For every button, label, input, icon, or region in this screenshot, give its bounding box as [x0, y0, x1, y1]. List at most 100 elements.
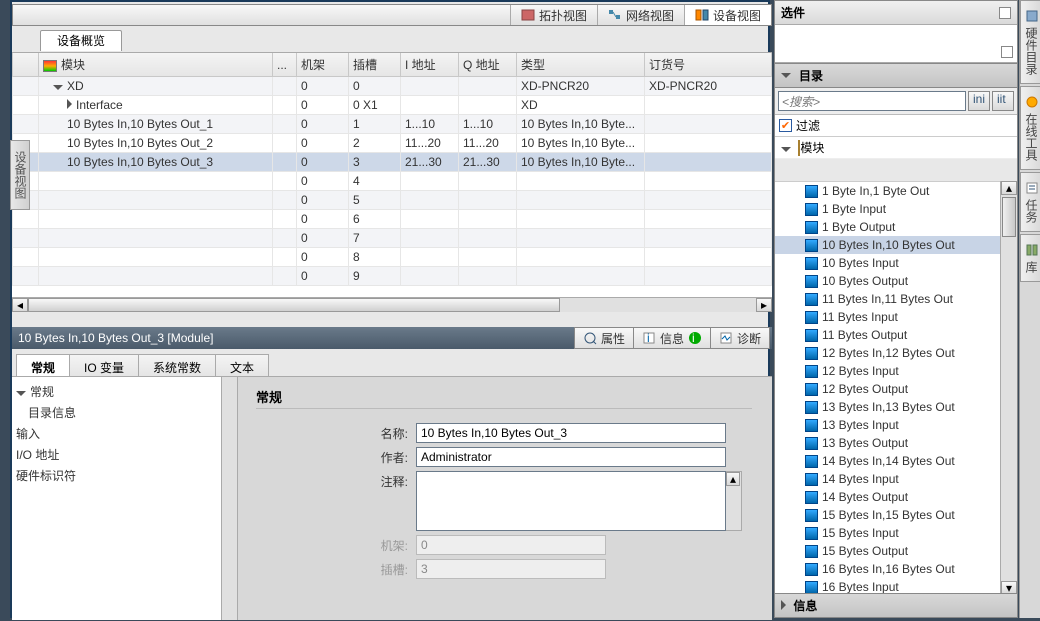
module-icon	[805, 401, 818, 414]
catalog-item[interactable]: 13 Bytes Output	[775, 434, 1001, 452]
vtab-tasks[interactable]: 任务	[1020, 172, 1040, 232]
scroll-up-button[interactable]: ▴	[1001, 181, 1017, 195]
table-row[interactable]: XD00XD-PNCR20XD-PNCR20	[13, 77, 772, 96]
catalog-item[interactable]: 10 Bytes In,10 Bytes Out	[775, 236, 1001, 254]
table-row[interactable]: 10 Bytes In,10 Bytes Out_1011...101...10…	[13, 115, 772, 134]
scroll-thumb[interactable]	[1002, 197, 1016, 237]
topology-icon	[521, 9, 535, 21]
nav-input[interactable]: 输入	[12, 423, 221, 444]
catalog-bar[interactable]: 目录	[775, 63, 1017, 88]
scroll-left-button[interactable]: ◂	[12, 298, 28, 312]
catalog-item[interactable]: 13 Bytes In,13 Bytes Out	[775, 398, 1001, 416]
table-row[interactable]: 10 Bytes In,10 Bytes Out_30321...3021...…	[13, 153, 772, 172]
options-titlebar: 选件	[775, 1, 1017, 25]
search-down-button[interactable]: ini	[968, 91, 990, 111]
slot-input	[416, 559, 606, 579]
module-icon	[805, 545, 818, 558]
info-bar[interactable]: 信息	[775, 593, 1017, 617]
proptab-properties[interactable]: 属性	[574, 327, 634, 349]
catalog-item[interactable]: 11 Bytes Input	[775, 308, 1001, 326]
catalog-item[interactable]: 12 Bytes Output	[775, 380, 1001, 398]
catalog-item[interactable]: 13 Bytes Input	[775, 416, 1001, 434]
catalog-item[interactable]: 16 Bytes In,16 Bytes Out	[775, 560, 1001, 578]
filter-label: 过滤	[796, 117, 820, 134]
left-side-tab[interactable]: 设备视图	[10, 140, 30, 210]
property-form: 常规 名称: 作者: 注释: ▴ 机架: 插槽:	[242, 377, 766, 620]
nav-general[interactable]: 常规	[12, 381, 221, 402]
options-body-button[interactable]	[1001, 46, 1013, 58]
tab-device[interactable]: 设备视图	[684, 5, 771, 25]
scroll-thumb[interactable]	[28, 298, 560, 312]
property-title: 10 Bytes In,10 Bytes Out_3 [Module]	[18, 331, 213, 345]
options-collapse-button[interactable]	[999, 7, 1011, 19]
chevron-down-icon	[16, 391, 26, 396]
col-slot: 插槽	[349, 53, 401, 77]
vtab-hwcatalog[interactable]: 硬件目录	[1020, 0, 1040, 84]
table-row[interactable]: 10 Bytes In,10 Bytes Out_20211...2011...…	[13, 134, 772, 153]
tab-network[interactable]: 网络视图	[597, 5, 684, 25]
table-row[interactable]: 04	[13, 172, 772, 191]
author-input[interactable]	[416, 447, 726, 467]
module-icon	[805, 365, 818, 378]
catalog-item[interactable]: 15 Bytes In,15 Bytes Out	[775, 506, 1001, 524]
name-input[interactable]	[416, 423, 726, 443]
nav-hwid[interactable]: 硬件标识符	[12, 465, 221, 486]
proptab-diagnostics[interactable]: 诊断	[710, 327, 770, 349]
catalog-item[interactable]: 11 Bytes In,11 Bytes Out	[775, 290, 1001, 308]
catalog-item[interactable]: 10 Bytes Output	[775, 272, 1001, 290]
module-icon	[805, 419, 818, 432]
module-icon	[805, 455, 818, 468]
table-row[interactable]: 06	[13, 210, 772, 229]
left-side-label: 设备视图	[13, 151, 27, 199]
module-root-row[interactable]: 模块	[775, 137, 1017, 159]
tab-topology[interactable]: 拓扑视图	[510, 5, 597, 25]
scroll-right-button[interactable]: ▸	[756, 298, 772, 312]
catalog-item[interactable]: 15 Bytes Input	[775, 524, 1001, 542]
search-up-icon: iit	[996, 93, 1010, 107]
proptab-info[interactable]: i 信息 i	[633, 327, 711, 349]
catalog-item[interactable]: 1 Byte In,1 Byte Out	[775, 182, 1001, 200]
textarea-scrollbar[interactable]: ▴	[726, 471, 742, 531]
catalog-item[interactable]: 14 Bytes In,14 Bytes Out	[775, 452, 1001, 470]
catalog-item[interactable]: 11 Bytes Output	[775, 326, 1001, 344]
table-row[interactable]: 08	[13, 248, 772, 267]
tab-network-label: 网络视图	[626, 7, 674, 24]
author-label: 作者:	[256, 447, 416, 466]
catalog-title: 目录	[799, 67, 823, 84]
table-row[interactable]: Interface00 X1XD	[13, 96, 772, 115]
module-icon	[805, 509, 818, 522]
comment-textarea[interactable]	[416, 471, 726, 531]
device-overview-tab[interactable]: 设备概览	[40, 30, 122, 51]
catalog-item[interactable]: 12 Bytes Input	[775, 362, 1001, 380]
module-icon	[805, 203, 818, 216]
diagnostics-icon	[719, 331, 733, 345]
vtab-online[interactable]: 在线工具	[1020, 86, 1040, 170]
table-hscrollbar[interactable]: ◂ ▸	[12, 297, 772, 312]
module-icon	[805, 347, 818, 360]
device-table-wrap: 模块 ... 机架 插槽 I 地址 Q 地址 类型 订货号 XD00XD-PNC…	[12, 52, 772, 312]
catalog-item[interactable]: 14 Bytes Input	[775, 470, 1001, 488]
catalog-item[interactable]: 15 Bytes Output	[775, 542, 1001, 560]
table-row[interactable]: 09	[13, 267, 772, 286]
nav-scrollbar[interactable]	[222, 377, 238, 620]
catalog-item[interactable]: 12 Bytes In,12 Bytes Out	[775, 344, 1001, 362]
catalog-vscrollbar[interactable]: ▴ ▾	[1000, 181, 1017, 595]
module-icon	[805, 311, 818, 324]
proptab-info-label: 信息	[660, 330, 684, 347]
nav-ioaddr[interactable]: I/O 地址	[12, 444, 221, 465]
filter-checkbox[interactable]: ✔	[779, 119, 792, 132]
property-titlebar: 10 Bytes In,10 Bytes Out_3 [Module] 属性 i…	[12, 327, 772, 349]
catalog-item[interactable]: 1 Byte Input	[775, 200, 1001, 218]
svg-text:i: i	[692, 331, 695, 345]
catalog-item[interactable]: 14 Bytes Output	[775, 488, 1001, 506]
nav-cataloginfo[interactable]: 目录信息	[12, 402, 221, 423]
catalog-item[interactable]: 1 Byte Output	[775, 218, 1001, 236]
vtab-library[interactable]: 库	[1020, 234, 1040, 282]
catalog-item[interactable]: 10 Bytes Input	[775, 254, 1001, 272]
search-up-button[interactable]: iit	[992, 91, 1014, 111]
table-row[interactable]: 05	[13, 191, 772, 210]
table-row[interactable]: 07	[13, 229, 772, 248]
scroll-up-button[interactable]: ▴	[726, 472, 740, 486]
table-header-row: 模块 ... 机架 插槽 I 地址 Q 地址 类型 订货号	[13, 53, 772, 77]
catalog-search-input[interactable]	[778, 91, 966, 111]
